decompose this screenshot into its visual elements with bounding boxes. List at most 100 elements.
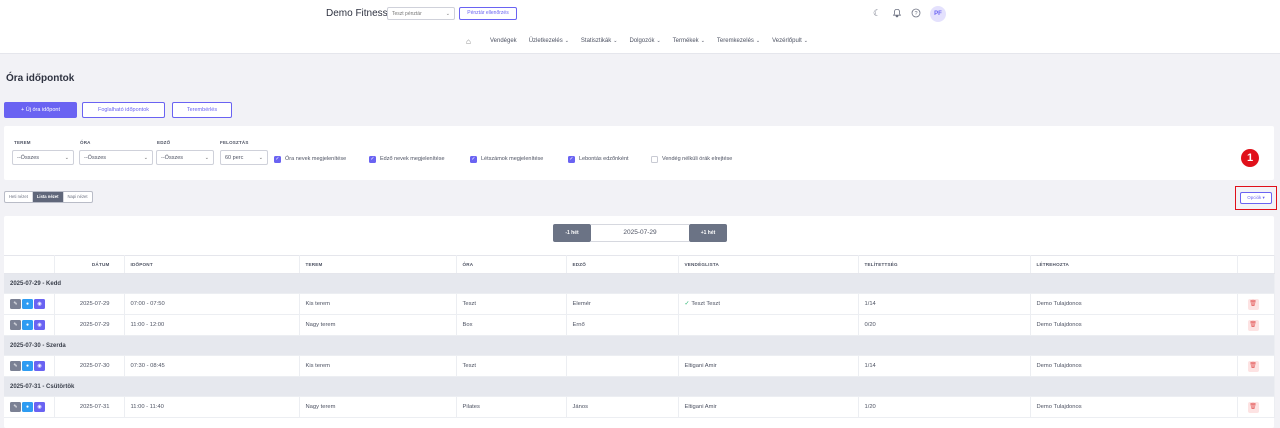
check-icon: ✓	[369, 155, 376, 163]
cell-fill: 1/20	[858, 396, 1031, 418]
chevron-down-icon: ⌄	[803, 38, 808, 44]
eye-icon[interactable]: ◉	[34, 299, 45, 309]
cashier-select[interactable]: Teszt pénztár ⌄	[387, 7, 455, 20]
trash-icon[interactable]: 🗑	[1247, 401, 1259, 413]
trash-icon[interactable]: 🗑	[1247, 360, 1259, 372]
check-icon: ✓	[274, 155, 281, 163]
cell-time: 11:00 - 11:40	[124, 396, 300, 418]
cell-created-by: Demo Tulajdonos	[1030, 293, 1238, 315]
edit-icon[interactable]: ✎	[10, 320, 21, 330]
schedule-table-card: -1 hét 2025-07-29 +1 hét DÁTUM IDŐPONT T…	[4, 216, 1275, 428]
cell-class: Teszt	[456, 355, 567, 377]
main-nav: ⌂ Vendégek Üzletkezelés ⌄ Statisztikák ⌄ D…	[0, 34, 1280, 48]
cell-fill: 1/14	[858, 293, 1031, 315]
bookable-times-button[interactable]: Foglalható időpontok	[82, 102, 165, 118]
table-row: ✎ ● ◉ 2025-07-30 07:30 - 08:45 Kis terem T…	[4, 355, 1275, 377]
nav-item-teremkezeles[interactable]: Teremkezelés ⌄	[717, 38, 760, 44]
col-actions	[4, 255, 55, 274]
table-header-row: DÁTUM IDŐPONT TEREM ÓRA EDZŐ VENDÉGLISTA…	[4, 255, 1275, 274]
group-row: 2025-07-29 - Kedd	[4, 273, 1275, 294]
chevron-down-icon: ⌄	[564, 38, 569, 44]
page-title: Óra időpontok	[6, 73, 75, 84]
cell-fill: 1/14	[858, 355, 1031, 377]
filter-class-select[interactable]: --Összes ⌄	[79, 150, 153, 165]
options-button[interactable]: Opciók ▾	[1240, 192, 1272, 204]
cell-trainer: Elemér	[566, 293, 679, 315]
user-icon[interactable]: ●	[22, 361, 33, 371]
edit-icon[interactable]: ✎	[10, 361, 21, 371]
check-icon: ✓	[470, 155, 477, 163]
user-icon[interactable]: ●	[22, 299, 33, 309]
filter-room-select[interactable]: --Összes ⌄	[12, 150, 74, 165]
new-class-time-button[interactable]: + Új óra időpont	[4, 102, 77, 118]
view-list[interactable]: Lista nézet	[32, 192, 64, 202]
checkbox-hide-empty-classes[interactable]: Vendég nélküli órák elrejtése	[651, 155, 732, 163]
col-delete	[1237, 255, 1275, 274]
cell-date: 2025-07-30	[54, 355, 125, 377]
nav-item-vezerlopult[interactable]: Vezérlőpult ⌄	[772, 38, 808, 44]
filters-panel: TEREM --Összes ⌄ ÓRA --Összes ⌄ EDZŐ --Öss…	[4, 126, 1274, 180]
check-icon: ✓	[568, 155, 575, 163]
chevron-down-icon: ⌄	[656, 38, 661, 44]
checkbox-split-by-trainer[interactable]: ✓ Lebontás edzőnként	[568, 155, 629, 163]
nav-item-vendegek[interactable]: Vendégek	[490, 38, 517, 44]
checkbox-show-headcounts[interactable]: ✓ Létszámok megjelenítése	[470, 155, 543, 163]
checkbox-show-class-names[interactable]: ✓ Óra nevek megjelenítése	[274, 155, 346, 163]
avatar[interactable]: PF	[930, 6, 946, 22]
eye-icon[interactable]: ◉	[34, 320, 45, 330]
bell-icon[interactable]	[892, 8, 902, 18]
cell-guestlist: ✓ Teszt Teszt	[678, 293, 859, 315]
eye-icon[interactable]: ◉	[34, 402, 45, 412]
nav-item-termekek[interactable]: Termékek ⌄	[673, 38, 705, 44]
room-rental-button[interactable]: Terembérlés	[172, 102, 232, 118]
view-weekly[interactable]: Heti nézet	[5, 192, 33, 202]
user-icon[interactable]: ●	[22, 402, 33, 412]
col-class: ÓRA	[456, 255, 567, 274]
checkbox-show-trainer-names[interactable]: ✓ Edző nevek megjelenítése	[369, 155, 445, 163]
trash-icon[interactable]: 🗑	[1247, 298, 1259, 310]
next-week-button[interactable]: +1 hét	[689, 224, 727, 242]
table-row: ✎ ● ◉ 2025-07-31 11:00 - 11:40 Nagy terem …	[4, 396, 1275, 418]
checkbox-empty-icon	[651, 155, 658, 163]
chevron-down-icon: ⌄	[64, 155, 69, 161]
cell-trainer: János	[566, 396, 679, 418]
chevron-down-icon: ⌄	[445, 11, 450, 17]
group-title: 2025-07-30 - Szerda	[4, 335, 1275, 356]
filter-split-select[interactable]: 60 perc ⌄	[220, 150, 268, 165]
edit-icon[interactable]: ✎	[10, 402, 21, 412]
home-icon[interactable]: ⌂	[466, 37, 476, 46]
help-icon[interactable]: ?	[911, 8, 921, 18]
nav-item-dolgozok[interactable]: Dolgozók ⌄	[629, 38, 660, 44]
col-time: IDŐPONT	[124, 255, 300, 274]
eye-icon[interactable]: ◉	[34, 361, 45, 371]
cell-guestlist: Eltigani Amir	[678, 396, 859, 418]
table-row: ✎ ● ◉ 2025-07-29 11:00 - 12:00 Nagy terem …	[4, 314, 1275, 336]
cell-guestlist	[678, 314, 859, 336]
nav-item-uzletkezeles[interactable]: Üzletkezelés ⌄	[529, 38, 569, 44]
group-title: 2025-07-29 - Kedd	[4, 273, 1275, 294]
trash-icon[interactable]: 🗑	[1247, 319, 1259, 331]
edit-icon[interactable]: ✎	[10, 299, 21, 309]
moon-icon[interactable]: ☾	[872, 8, 882, 18]
cashier-select-value: Teszt pénztár	[392, 11, 422, 17]
view-daily[interactable]: Napi nézet	[64, 192, 92, 202]
filter-trainer-select[interactable]: --Összes ⌄	[156, 150, 214, 165]
cell-created-by: Demo Tulajdonos	[1030, 396, 1238, 418]
brand-name: Demo Fitness	[326, 8, 388, 19]
cashier-check-button[interactable]: Pénztár ellenőrzés	[459, 7, 517, 20]
prev-week-button[interactable]: -1 hét	[553, 224, 591, 242]
week-date-field[interactable]: 2025-07-29	[591, 224, 689, 242]
cell-date: 2025-07-29	[54, 314, 125, 336]
col-trainer: EDZŐ	[566, 255, 679, 274]
cell-fill: 0/20	[858, 314, 1031, 336]
chevron-down-icon: ⌄	[613, 38, 618, 44]
user-icon[interactable]: ●	[22, 320, 33, 330]
chevron-down-icon: ⌄	[143, 155, 148, 161]
week-navigation: -1 hét 2025-07-29 +1 hét	[553, 224, 727, 242]
nav-item-statisztikak[interactable]: Statisztikák ⌄	[581, 38, 618, 44]
filter-split-label: FELOSZTÁS	[220, 140, 249, 145]
cell-room: Nagy terem	[299, 314, 457, 336]
chevron-down-icon: ⌄	[755, 38, 761, 44]
col-room: TEREM	[299, 255, 457, 274]
view-switch: Heti nézet Lista nézet Napi nézet	[4, 191, 93, 203]
